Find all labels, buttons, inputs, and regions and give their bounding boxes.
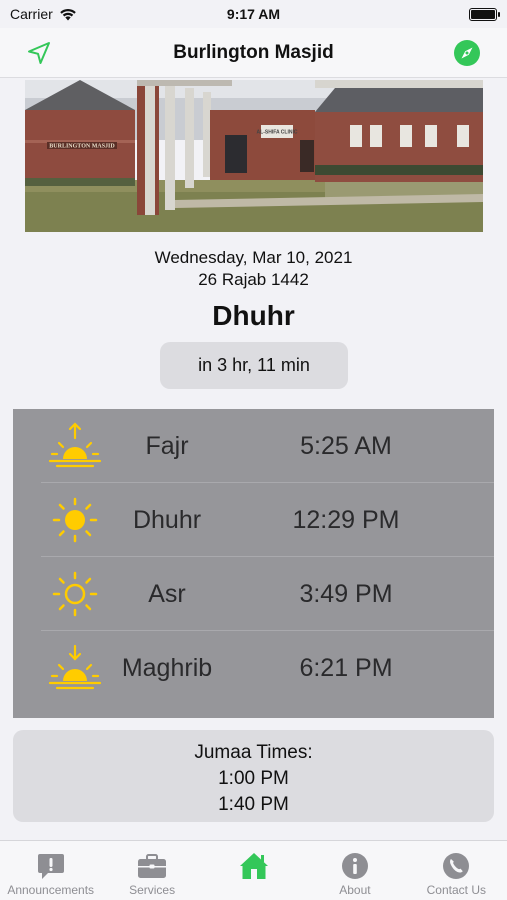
gregorian-date: Wednesday, Mar 10, 2021 [154, 248, 353, 267]
hijri-date: 26 Rajab 1442 [198, 270, 309, 289]
prayer-name: Fajr [145, 432, 189, 460]
prayer-name: Asr [148, 580, 186, 608]
tab-label: About [339, 883, 371, 897]
nav-bar: Burlington Masjid [0, 28, 507, 78]
jumaa-times-card: Jumaa Times: 1:00 PM 1:40 PM [13, 730, 494, 822]
sun-outline-icon [52, 571, 98, 617]
sign-text: BURLINGTON MASJID [49, 144, 115, 150]
tab-services[interactable]: Services [101, 841, 202, 900]
prayer-time: 6:21 PM [299, 654, 393, 682]
sunset-icon [48, 644, 102, 690]
briefcase-icon [138, 854, 167, 878]
info-icon [341, 853, 368, 879]
masjid-photo: BURLINGTON MASJID AL-SHIFA CLINIC [25, 80, 483, 232]
prayer-time: 5:25 AM [300, 432, 392, 460]
countdown-text: in 3 hr, 11 min [198, 355, 310, 375]
home-icon [239, 853, 268, 879]
jumaa-time: 1:40 PM [218, 794, 289, 815]
status-left: Carrier [10, 6, 77, 22]
prayer-time: 12:29 PM [292, 506, 400, 534]
wifi-icon [59, 8, 76, 20]
tab-label: Announcements [7, 883, 95, 897]
prayer-row-asr: Asr 3:49 PM [13, 557, 494, 631]
prayer-times-table: Fajr 5:25 AM Dhuhr 12:29 PM Asr 3:49 PM … [13, 409, 494, 718]
tab-label: Contact Us [426, 883, 486, 897]
tab-contact-us[interactable]: Contact Us [406, 841, 507, 900]
prayer-name: Maghrib [121, 654, 213, 682]
prayer-row-dhuhr: Dhuhr 12:29 PM [13, 483, 494, 557]
tab-announcements[interactable]: Announcements [0, 841, 101, 900]
exclamation-bubble-icon [37, 854, 64, 879]
countdown-badge: in 3 hr, 11 min [160, 342, 348, 389]
tab-bar: Announcements Services About Contact Us [0, 840, 507, 900]
prayer-time: 3:49 PM [299, 580, 393, 608]
tab-about[interactable]: About [304, 841, 405, 900]
prayer-row-maghrib: Maghrib 6:21 PM [13, 631, 494, 705]
clinic-text: AL-SHIFA CLINIC [257, 130, 298, 136]
jumaa-title: Jumaa Times: [194, 742, 313, 763]
compass-icon[interactable] [453, 39, 481, 67]
phone-icon [443, 853, 470, 879]
prayer-name: Dhuhr [132, 506, 202, 534]
tab-home[interactable] [203, 841, 304, 900]
tab-label: Services [129, 883, 176, 897]
sun-icon [52, 497, 98, 543]
jumaa-time: 1:00 PM [218, 768, 289, 789]
sunrise-icon [48, 422, 102, 468]
carrier-label: Carrier [10, 6, 53, 22]
battery-icon [469, 7, 500, 21]
prayer-row-fajr: Fajr 5:25 AM [13, 409, 494, 483]
status-bar: Carrier 9:17 AM [0, 0, 507, 28]
next-prayer-name: Dhuhr [212, 300, 295, 331]
location-arrow-icon[interactable] [26, 40, 52, 66]
page-title: Burlington Masjid [173, 41, 334, 63]
